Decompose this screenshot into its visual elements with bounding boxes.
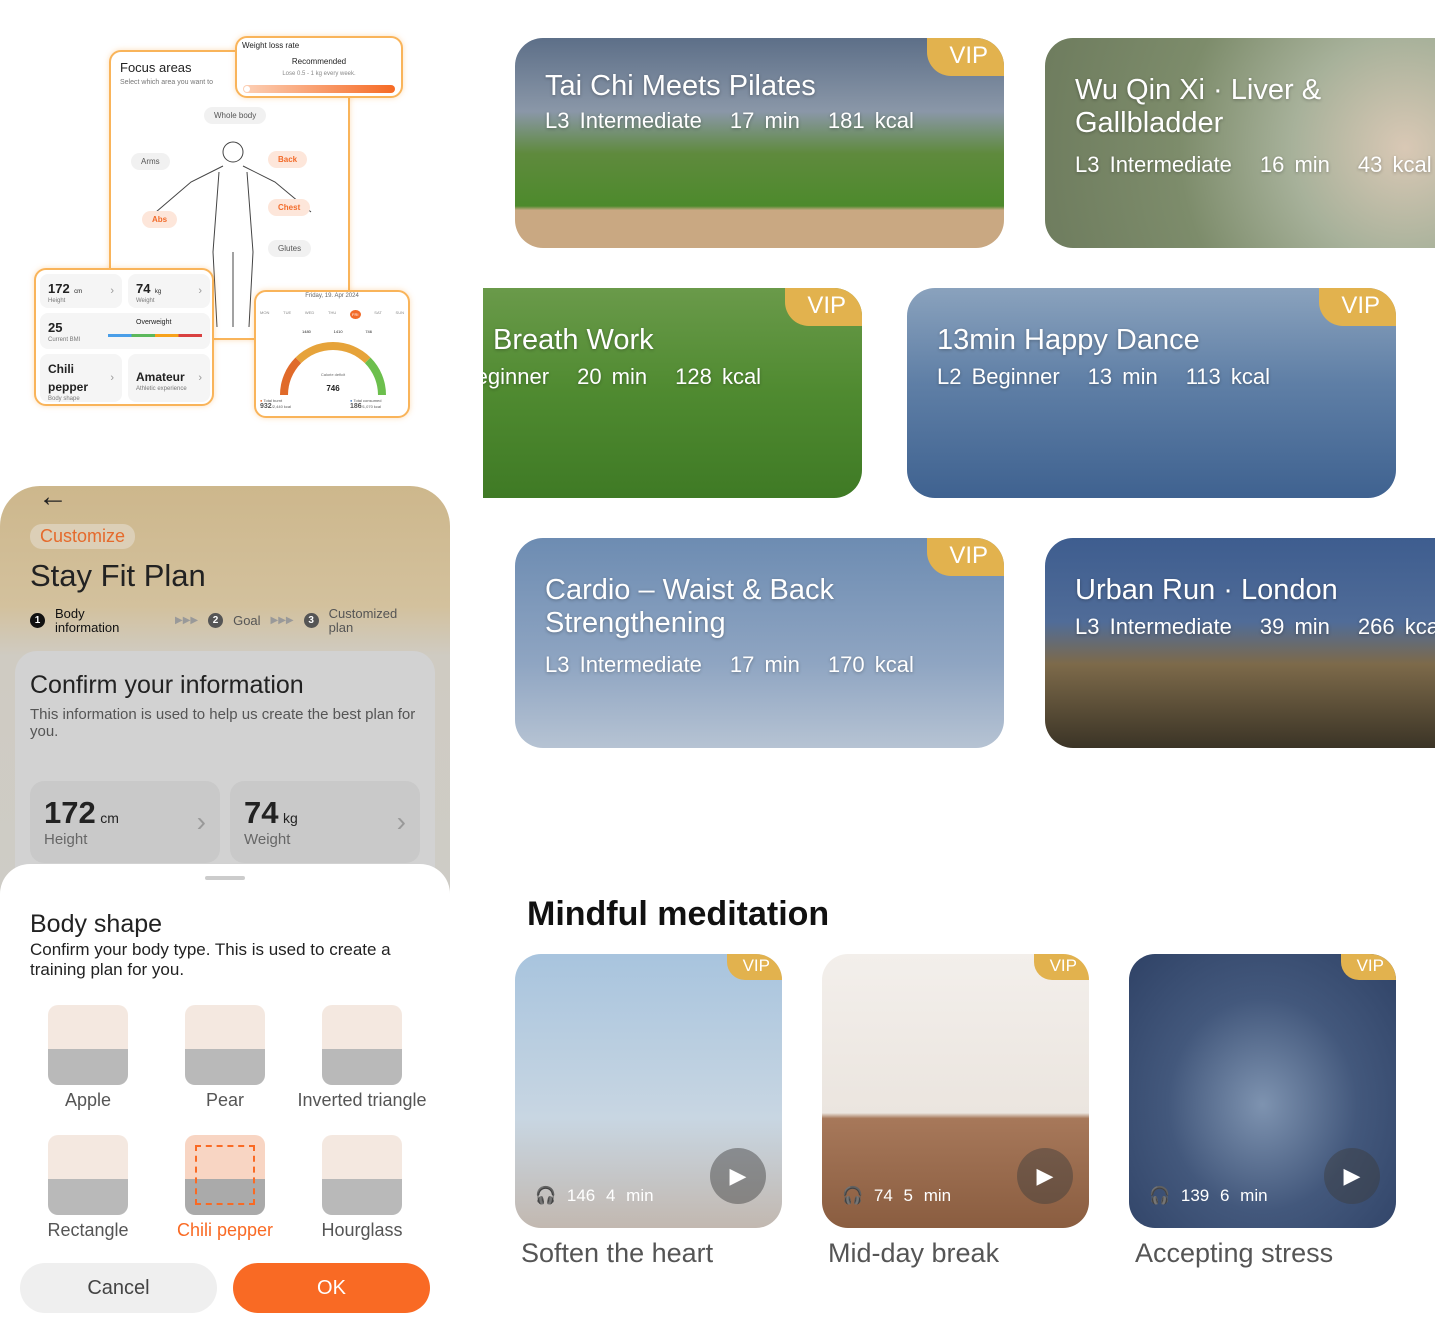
workout-meta: L2 Beginner 13 min 113 kcal xyxy=(937,364,1271,389)
workout-meta: Beginner20 min128 kcal xyxy=(483,364,762,389)
calorie-date: Friday, 19. Apr 2024 xyxy=(305,293,359,299)
shape-chili-pepper[interactable] xyxy=(185,1135,265,1215)
calorie-deficit: 746 xyxy=(326,384,340,393)
height-cell[interactable]: 172 cm Height › xyxy=(40,274,122,308)
shape-label: Hourglass xyxy=(321,1220,403,1240)
shape-pear[interactable] xyxy=(185,1005,265,1085)
height-field[interactable]: 172 cm Height › xyxy=(30,781,220,863)
plan-title: Stay Fit Plan xyxy=(30,558,206,593)
focus-area-arms[interactable]: Arms xyxy=(131,153,170,170)
meditation-card[interactable]: VIP 🎧 139 6 min ▶ xyxy=(1129,954,1396,1228)
meditation-title: Mid-day break xyxy=(828,1238,1000,1268)
shape-label: Pear xyxy=(205,1090,245,1110)
focus-area-chest[interactable]: Chest xyxy=(268,199,311,216)
workout-title: Cardio – Waist & Back Strengthening xyxy=(545,574,835,640)
play-icon[interactable]: ▶ xyxy=(1017,1148,1073,1204)
cancel-button[interactable]: Cancel xyxy=(20,1263,217,1313)
meditation-card[interactable]: VIP 🎧 74 5 min ▶ xyxy=(822,954,1089,1228)
workout-card[interactable]: Urban Run · London L3 Intermediate 39 min… xyxy=(1045,538,1435,748)
workout-card[interactable]: Wu Qin Xi · Liver & Gallbladder L3 Inter… xyxy=(1045,38,1435,248)
customize-tag: Customize xyxy=(30,524,136,549)
body-shape-sheet: Body shape Confirm your body type. This … xyxy=(0,864,450,1329)
weight-field[interactable]: 74 kg Weight › xyxy=(230,781,420,863)
workout-card[interactable]: VIP 13min Happy Dance L2 Beginner 13 min 1… xyxy=(907,288,1396,498)
sheet-handle[interactable] xyxy=(205,876,245,880)
shape-inverted-triangle[interactable] xyxy=(322,1005,402,1085)
vip-badge: VIP xyxy=(1340,954,1396,980)
workout-meta: L3 Intermediate 17 min 181 kcal xyxy=(545,108,914,133)
workout-title: Urban Run · London xyxy=(1075,574,1338,606)
focus-subtitle: Select which area you want to xyxy=(120,79,213,86)
confirm-title: Confirm your information xyxy=(30,671,304,699)
meditation-card[interactable]: VIP 🎧 146 4 min ▶ xyxy=(515,954,782,1228)
meditation-title: Accepting stress xyxy=(1135,1238,1334,1268)
vip-badge: VIP xyxy=(927,538,1004,576)
weight-loss-rate-card: Weight loss rate Recommended Lose 0.5 - … xyxy=(235,36,403,98)
calorie-card: Friday, 19. Apr 2024 MON TUE WED THU FRI SAT S… xyxy=(254,290,410,418)
body-shape-title: Body shape xyxy=(30,910,163,938)
meditation-stats: 🎧 139 6 min xyxy=(1149,1186,1268,1205)
back-button[interactable]: ← xyxy=(38,486,68,514)
weight-loss-slider[interactable] xyxy=(243,85,395,93)
focus-area-glutes[interactable]: Glutes xyxy=(268,240,312,257)
workout-meta: L3 Intermediate39 min266 kcal xyxy=(1075,614,1435,639)
weight-loss-desc: Lose 0.5 - 1 kg every week. xyxy=(282,71,356,77)
summary-card: 172 cm Height › 74 kg Weight › 25 Current BMI… xyxy=(34,268,214,406)
shape-label: Inverted triangle xyxy=(297,1090,427,1110)
section-heading: Mindful meditation xyxy=(527,895,830,933)
weight-cell[interactable]: 74 kg Weight › xyxy=(128,274,210,308)
workout-title: 13min Happy Dance xyxy=(937,324,1200,356)
meditation-title: Soften the heart xyxy=(521,1238,714,1268)
workout-card[interactable]: VIP Tai Chi Meets Pilates L3 Intermediat… xyxy=(515,38,1004,248)
workout-title: Tai Chi Meets Pilates xyxy=(545,70,816,102)
workout-card[interactable]: VIP Cardio – Waist & Back Strengthening … xyxy=(515,538,1004,748)
vip-badge: VIP xyxy=(927,38,1004,76)
bmi-cell: 25 Current BMI Overweight xyxy=(40,313,210,349)
focus-title: Focus areas xyxy=(120,60,192,75)
calorie-days: MON TUE WED THU FRI SAT SUN xyxy=(260,310,404,319)
vip-badge: VIP xyxy=(726,954,782,980)
play-icon[interactable]: ▶ xyxy=(1324,1148,1380,1204)
body-shape-cell[interactable]: Chili pepper Body shape › xyxy=(40,354,122,402)
workout-title: Breath Work xyxy=(493,324,654,356)
workout-title: Wu Qin Xi · Liver & Gallbladder xyxy=(1075,74,1322,140)
meditation-stats: 🎧 146 4 min xyxy=(535,1186,654,1205)
meditation-stats: 🎧 74 5 min xyxy=(842,1186,952,1205)
weight-loss-title: Weight loss rate xyxy=(242,41,300,50)
workout-meta: L3 Intermediate 17 min 170 kcal xyxy=(545,652,914,677)
workout-card[interactable]: VIP Breath Work Beginner20 min128 kcal xyxy=(483,288,862,498)
body-shape-desc: Confirm your body type. This is used to … xyxy=(30,940,391,980)
focus-area-back[interactable]: Back xyxy=(268,151,308,168)
workout-meta: L3 Intermediate 16 min 43 kcal xyxy=(1075,152,1432,177)
shape-label: Rectangle xyxy=(47,1220,129,1240)
shape-apple[interactable] xyxy=(48,1005,128,1085)
shape-hourglass[interactable] xyxy=(322,1135,402,1215)
vip-badge: VIP xyxy=(1319,288,1396,326)
experience-cell[interactable]: Amateur Athletic experience › xyxy=(128,354,210,402)
ok-button[interactable]: OK xyxy=(233,1263,430,1313)
shape-label: Apple xyxy=(64,1090,112,1110)
plan-steps: 1 Body information ▶▶▶ 2 Goal ▶▶▶ 3 Customize… xyxy=(30,607,410,634)
weight-loss-label: Recommended xyxy=(291,57,347,66)
plan-screen: ← Customize Stay Fit Plan 1 Body informat… xyxy=(0,486,450,1329)
vip-badge: VIP xyxy=(1033,954,1089,980)
focus-area-abs[interactable]: Abs xyxy=(142,211,178,228)
shape-rectangle[interactable] xyxy=(48,1135,128,1215)
shape-label: Chili pepper xyxy=(176,1220,274,1240)
play-icon[interactable]: ▶ xyxy=(710,1148,766,1204)
confirm-desc: This information is used to help us crea… xyxy=(30,706,416,740)
focus-area-whole-body[interactable]: Whole body xyxy=(204,107,267,124)
vip-badge: VIP xyxy=(785,288,862,326)
